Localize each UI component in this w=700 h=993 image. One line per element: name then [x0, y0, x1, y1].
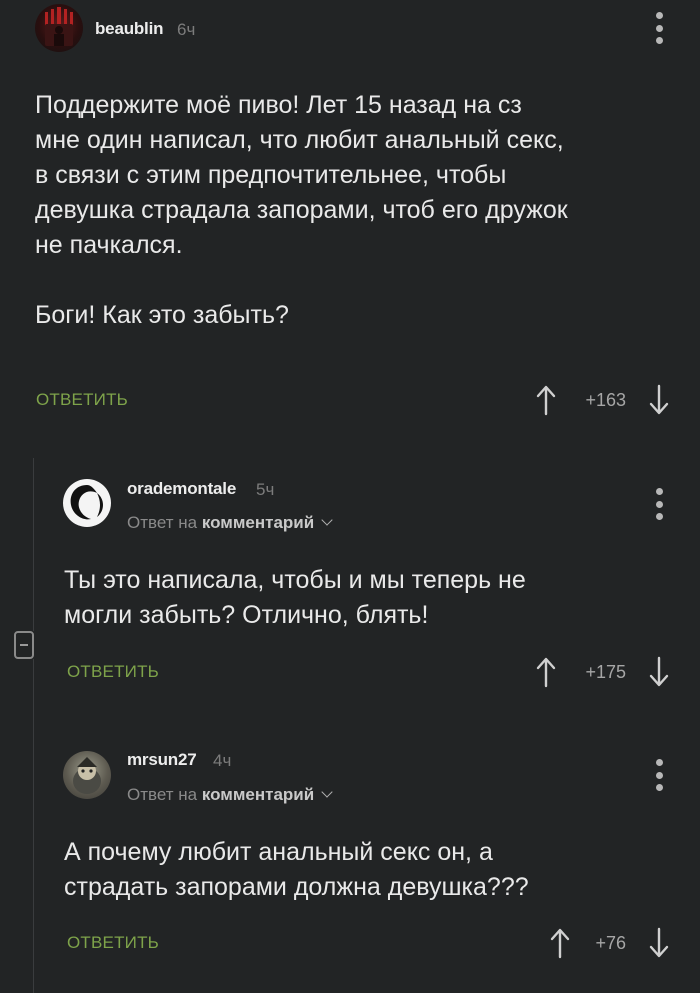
reply-to-target[interactable]: комментарий	[202, 785, 314, 804]
arrow-down-icon[interactable]	[648, 656, 670, 688]
comment-text: Ты это написала, чтобы и мы теперь не мо…	[64, 566, 526, 629]
arrow-down-icon[interactable]	[648, 927, 670, 959]
more-vertical-icon[interactable]	[654, 488, 664, 520]
thread-line	[33, 659, 34, 993]
thread-line	[33, 458, 34, 631]
collapse-thread-icon[interactable]	[14, 631, 34, 659]
reply-to[interactable]: Ответ на комментарий	[127, 513, 333, 533]
arrow-up-icon[interactable]	[549, 927, 571, 959]
more-vertical-icon[interactable]	[654, 12, 664, 44]
username[interactable]: beaublin	[95, 19, 163, 39]
reply-to-prefix: Ответ на	[127, 785, 198, 804]
reply-to[interactable]: Ответ на комментарий	[127, 785, 333, 805]
comment-text: Поддержите моё пиво! Лет 15 назад на сз …	[35, 91, 568, 329]
avatar[interactable]	[63, 479, 111, 527]
username[interactable]: orademontale	[127, 479, 236, 499]
score: +175	[585, 662, 626, 682]
reply-button[interactable]: ОТВЕТИТЬ	[67, 662, 159, 682]
username[interactable]: mrsun27	[127, 750, 197, 770]
timestamp: 4ч	[213, 751, 232, 770]
timestamp: 6ч	[177, 20, 196, 39]
score: +76	[595, 933, 626, 953]
avatar[interactable]	[63, 751, 111, 799]
comment-text: А почему любит анальный секс он, а страд…	[64, 838, 529, 901]
chevron-down-icon[interactable]	[321, 786, 333, 798]
chevron-down-icon[interactable]	[321, 514, 333, 526]
more-vertical-icon[interactable]	[654, 759, 664, 791]
timestamp: 5ч	[256, 480, 275, 499]
reply-to-target[interactable]: комментарий	[202, 513, 314, 532]
arrow-down-icon[interactable]	[648, 384, 670, 416]
avatar[interactable]	[35, 4, 83, 52]
score: +163	[585, 390, 626, 410]
arrow-up-icon[interactable]	[535, 656, 557, 688]
reply-button[interactable]: ОТВЕТИТЬ	[36, 390, 128, 410]
reply-to-prefix: Ответ на	[127, 513, 198, 532]
reply-button[interactable]: ОТВЕТИТЬ	[67, 933, 159, 953]
arrow-up-icon[interactable]	[535, 384, 557, 416]
